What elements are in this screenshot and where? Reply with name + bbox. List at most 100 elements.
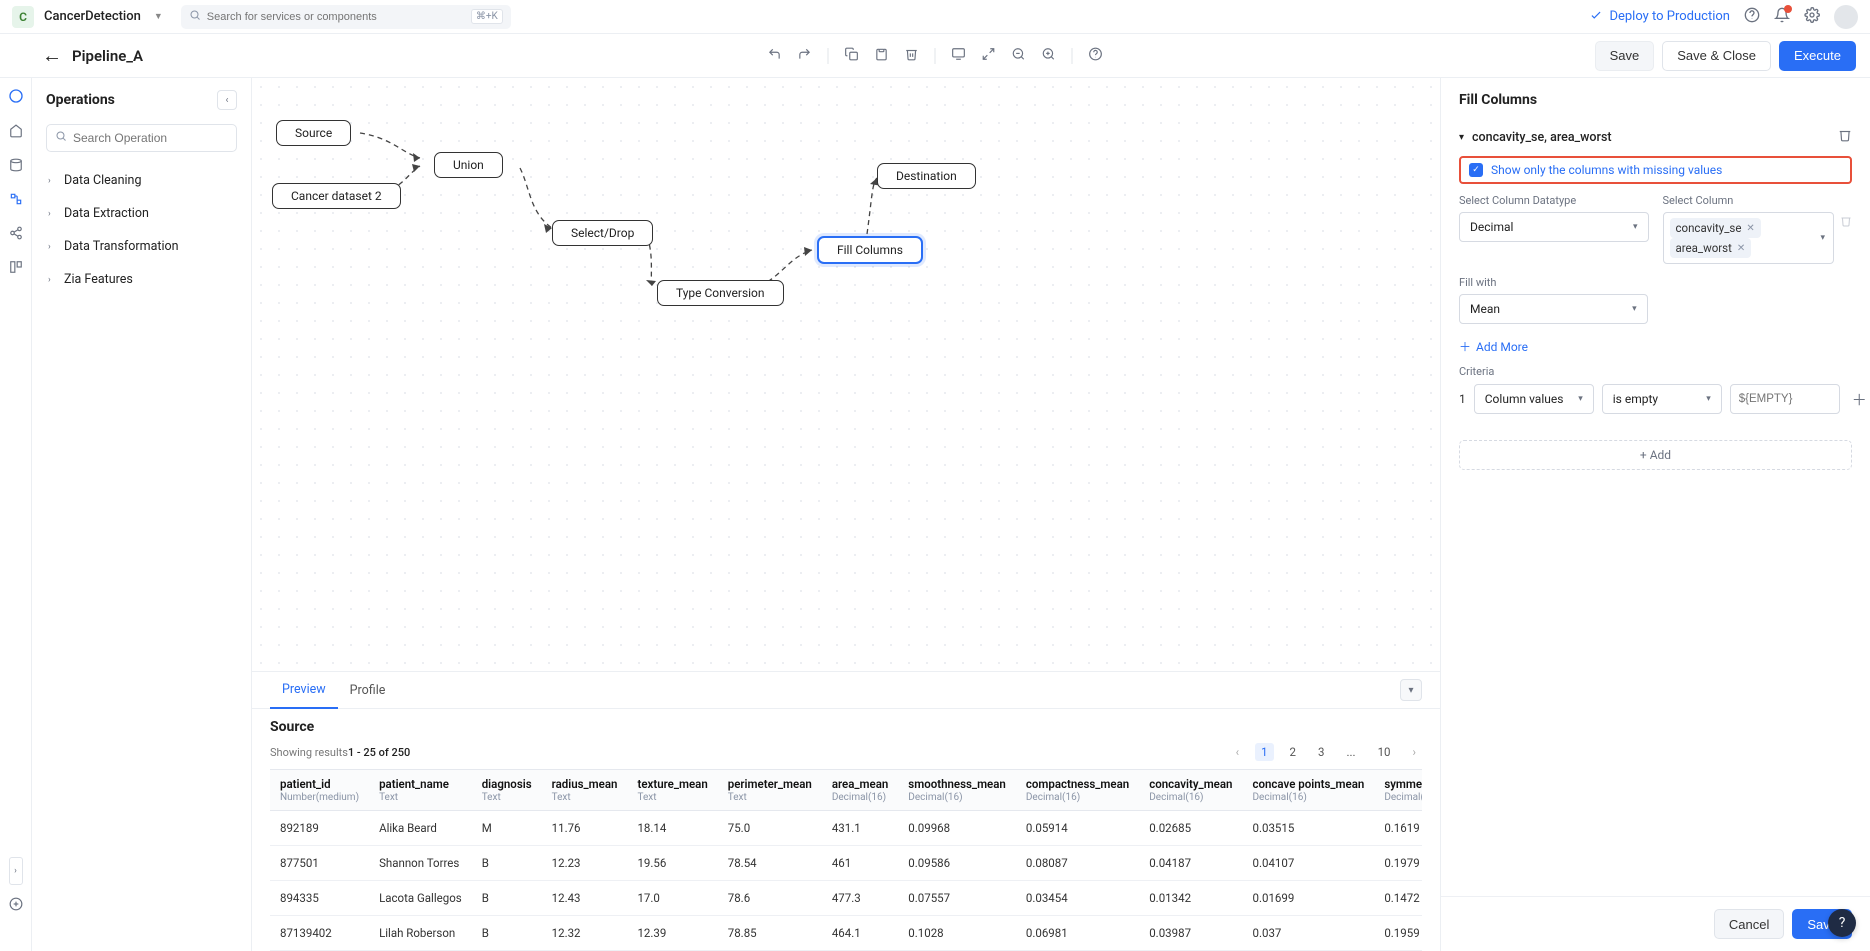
column-label: Select Column — [1663, 194, 1853, 207]
canvas-help-icon[interactable] — [1089, 47, 1103, 65]
column-header[interactable]: compactness_meanDecimal(16) — [1016, 770, 1139, 811]
pager-page[interactable]: 1 — [1255, 743, 1273, 761]
back-arrow-icon[interactable]: ← — [42, 43, 62, 68]
rail-database-icon[interactable] — [9, 158, 23, 176]
node-select-drop[interactable]: Select/Drop — [552, 220, 653, 246]
delete-icon[interactable] — [905, 47, 919, 65]
pager-next[interactable]: › — [1407, 743, 1422, 761]
fit-screen-icon[interactable] — [952, 47, 966, 65]
node-union[interactable]: Union — [434, 152, 503, 178]
column-header[interactable]: radius_meanText — [542, 770, 628, 811]
save-close-button[interactable]: Save & Close — [1662, 41, 1771, 71]
rail-add-icon[interactable] — [9, 897, 23, 915]
pager-prev[interactable]: ‹ — [1230, 743, 1245, 761]
project-name[interactable]: CancerDetection — [44, 9, 141, 24]
operation-category[interactable]: ›Data Extraction — [46, 197, 237, 230]
tab-profile[interactable]: Profile — [338, 673, 398, 708]
pager-page[interactable]: 10 — [1372, 743, 1397, 761]
node-fill-columns[interactable]: Fill Columns — [817, 236, 923, 264]
table-cell: M — [472, 811, 542, 846]
column-header[interactable]: area_meanDecimal(16) — [822, 770, 898, 811]
column-chip[interactable]: concavity_se✕ — [1670, 218, 1761, 238]
notifications-icon[interactable] — [1774, 7, 1790, 27]
rail-logo-icon[interactable] — [8, 88, 24, 108]
undo-icon[interactable] — [768, 47, 782, 65]
pipeline-canvas[interactable]: Source Cancer dataset 2 Union Select/Dro… — [252, 78, 1440, 671]
node-source[interactable]: Source — [276, 120, 351, 146]
column-clear-icon[interactable] — [1840, 215, 1852, 231]
column-header[interactable]: concavity_meanDecimal(16) — [1139, 770, 1242, 811]
column-header[interactable]: patient_idNumber(medium) — [270, 770, 369, 811]
preview-collapse-icon[interactable]: ▾ — [1400, 679, 1422, 701]
paste-icon[interactable] — [875, 47, 889, 65]
column-header[interactable]: smoothness_meanDecimal(16) — [898, 770, 1016, 811]
table-row[interactable]: 894335Lacota GallegosB12.4317.078.6477.3… — [270, 881, 1422, 916]
column-header[interactable]: perimeter_meanText — [718, 770, 822, 811]
chip-remove-icon[interactable]: ✕ — [1746, 223, 1754, 234]
pager-page[interactable]: 2 — [1284, 743, 1302, 761]
help-bubble-icon[interactable]: ? — [1828, 909, 1856, 937]
add-section-button[interactable]: + Add — [1459, 440, 1852, 470]
chip-remove-icon[interactable]: ✕ — [1737, 243, 1745, 254]
copy-icon[interactable] — [845, 47, 859, 65]
rail-home-icon[interactable] — [9, 124, 23, 142]
table-row[interactable]: 877501Shannon TorresB12.2319.5678.544610… — [270, 846, 1422, 881]
pager-page[interactable]: 3 — [1312, 743, 1330, 761]
table-row[interactable]: 892189Alika BeardM11.7618.1475.0431.10.0… — [270, 811, 1422, 846]
operations-search[interactable] — [46, 124, 237, 152]
section-delete-icon[interactable] — [1838, 128, 1852, 146]
table-row[interactable]: 87139402Lilah RobersonB12.3212.3978.8546… — [270, 916, 1422, 951]
global-search[interactable]: ⌘+K — [181, 5, 511, 29]
column-header[interactable]: symmetry_meanDecimal(16) — [1374, 770, 1422, 811]
column-header[interactable]: concave points_meanDecimal(16) — [1242, 770, 1374, 811]
show-missing-checkbox-row[interactable]: ✓ Show only the columns with missing val… — [1459, 156, 1852, 184]
table-cell: 0.04107 — [1242, 846, 1374, 881]
checkbox-checked-icon[interactable]: ✓ — [1469, 163, 1483, 177]
operation-category[interactable]: ›Data Cleaning — [46, 164, 237, 197]
column-header[interactable]: diagnosisText — [472, 770, 542, 811]
execute-button[interactable]: Execute — [1779, 41, 1856, 71]
avatar[interactable] — [1834, 5, 1858, 29]
rail-expand-icon[interactable]: › — [9, 857, 23, 885]
criteria-column-select[interactable]: Column values ▾ — [1474, 384, 1594, 414]
table-cell: 78.6 — [718, 881, 822, 916]
chevron-down-icon[interactable]: ▼ — [154, 11, 163, 22]
table-cell: 75.0 — [718, 811, 822, 846]
node-dataset2[interactable]: Cancer dataset 2 — [272, 183, 401, 209]
datatype-select[interactable]: Decimal ▾ — [1459, 212, 1649, 242]
table-cell: 12.23 — [542, 846, 628, 881]
tab-preview[interactable]: Preview — [270, 672, 338, 709]
operation-category[interactable]: ›Zia Features — [46, 263, 237, 296]
redo-icon[interactable] — [798, 47, 812, 65]
rail-pipeline-icon[interactable] — [9, 192, 23, 210]
section-toggle-icon[interactable]: ▾ — [1459, 132, 1464, 143]
criteria-operator-select[interactable]: is empty ▾ — [1602, 384, 1722, 414]
global-search-input[interactable] — [207, 11, 465, 23]
help-icon[interactable] — [1744, 7, 1760, 27]
expand-icon[interactable] — [982, 47, 996, 65]
column-multiselect[interactable]: concavity_se✕area_worst✕ ▾ — [1663, 212, 1835, 264]
criteria-value-input[interactable] — [1730, 384, 1840, 414]
operations-title: Operations — [46, 92, 115, 108]
node-type-conversion[interactable]: Type Conversion — [657, 280, 784, 306]
deploy-button[interactable]: Deploy to Production — [1589, 8, 1730, 26]
fill-with-select[interactable]: Mean ▾ — [1459, 294, 1648, 324]
column-header[interactable]: patient_nameText — [369, 770, 472, 811]
save-button[interactable]: Save — [1595, 41, 1655, 71]
column-header[interactable]: texture_meanText — [627, 770, 717, 811]
column-chip[interactable]: area_worst✕ — [1670, 238, 1752, 258]
rail-layout-icon[interactable] — [9, 260, 23, 278]
settings-icon[interactable] — [1804, 7, 1820, 27]
add-more-label: Add More — [1476, 340, 1528, 354]
collapse-sidebar-icon[interactable]: ‹ — [217, 90, 237, 110]
zoom-in-icon[interactable] — [1042, 47, 1056, 65]
section-label: concavity_se, area_worst — [1472, 130, 1612, 145]
add-more-button[interactable]: ＋ Add More — [1459, 338, 1852, 355]
criteria-add-icon[interactable]: ＋ — [1852, 389, 1867, 410]
node-destination[interactable]: Destination — [877, 163, 976, 189]
operation-category[interactable]: ›Data Transformation — [46, 230, 237, 263]
rail-share-icon[interactable] — [9, 226, 23, 244]
zoom-out-icon[interactable] — [1012, 47, 1026, 65]
cancel-button[interactable]: Cancel — [1714, 909, 1784, 939]
operations-search-input[interactable] — [73, 131, 228, 145]
